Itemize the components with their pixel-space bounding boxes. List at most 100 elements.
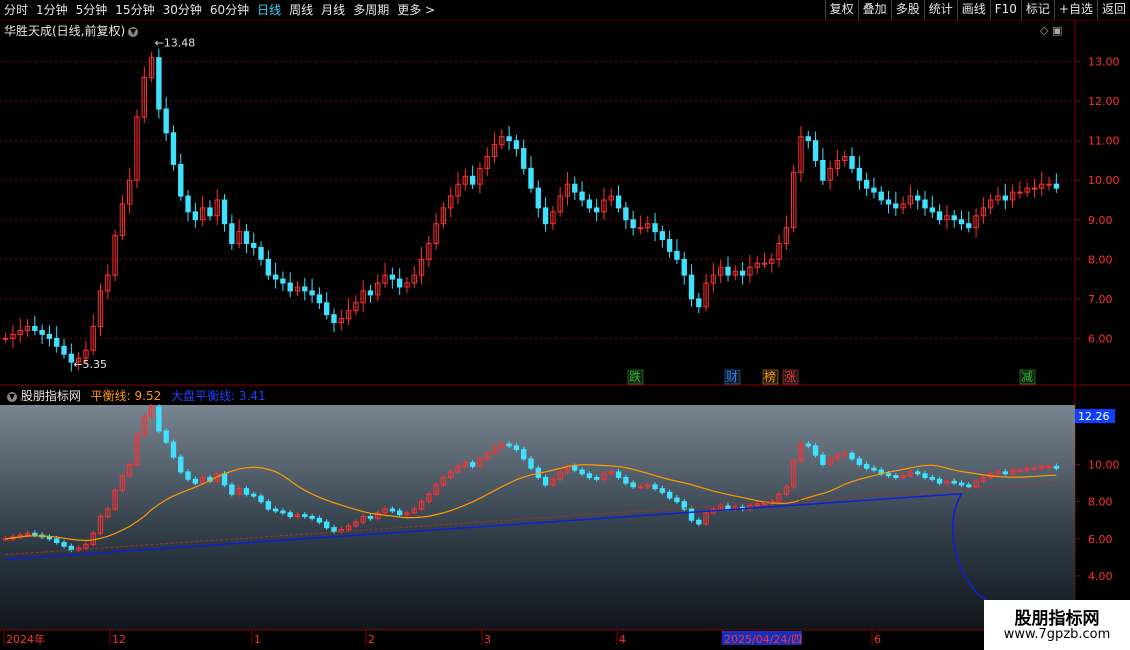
candle (506, 126, 512, 151)
candle (32, 315, 38, 336)
candle (199, 195, 206, 227)
candle (367, 285, 374, 303)
indicator-title: ▼ 股朋指标网 平衡线: 9.52 大盘平衡线: 3.41 (4, 387, 266, 404)
candle (243, 224, 250, 253)
candle (382, 262, 388, 288)
candle (936, 204, 943, 225)
candle (681, 251, 687, 285)
candle (739, 262, 746, 285)
candle (236, 219, 242, 249)
price-axis-label: 8.00 (1088, 253, 1113, 266)
candle (535, 180, 541, 218)
candle (163, 96, 169, 141)
event-tag[interactable]: 涨 (782, 369, 799, 385)
svg-text:减: 减 (1021, 370, 1033, 384)
candle (469, 165, 476, 189)
time-axis-label: 12 (112, 633, 126, 646)
time-axis-label: 2025/04/24/四 (724, 633, 802, 646)
time-axis-label: 4 (619, 633, 626, 646)
event-tag[interactable]: 财 (724, 369, 741, 385)
indicator-name: 股朋指标网 (20, 389, 81, 403)
price-axis-label: 9.00 (1088, 214, 1113, 227)
svg-text:榜: 榜 (764, 369, 776, 384)
candle (251, 232, 257, 256)
candle (849, 147, 855, 174)
candle (1002, 183, 1008, 210)
svg-text:跌: 跌 (629, 369, 641, 384)
price-axis-label: 11.00 (1088, 135, 1120, 148)
candle (433, 213, 439, 250)
indicator-axis-label: 6.00 (1088, 533, 1113, 546)
candle (440, 201, 447, 229)
candle (316, 287, 323, 310)
candle (499, 129, 505, 150)
candle (798, 126, 804, 182)
candle (922, 190, 928, 216)
candle (557, 186, 563, 217)
indicator-candle (163, 428, 169, 445)
candle (586, 194, 593, 213)
candle (878, 186, 884, 205)
candle (448, 186, 454, 218)
candle (90, 314, 96, 355)
svg-text:涨: 涨 (784, 369, 796, 384)
candle (1039, 171, 1045, 197)
candle (769, 253, 775, 273)
chevron-down-icon[interactable]: ▼ (7, 391, 17, 402)
candle (623, 201, 629, 230)
event-tag[interactable]: 跌 (627, 369, 644, 385)
price-axis-label: 7.00 (1088, 293, 1113, 306)
candle (666, 230, 673, 258)
candle (776, 234, 782, 268)
candle (513, 134, 520, 157)
candle (842, 150, 848, 167)
candle (426, 235, 432, 268)
candle (944, 205, 950, 230)
candle (915, 190, 921, 210)
candle (893, 191, 899, 216)
price-axis-label: 12.00 (1088, 95, 1120, 108)
candle (375, 273, 381, 302)
high-price-marker: ←13.48 (155, 37, 196, 50)
candle (207, 200, 213, 221)
event-tag[interactable]: 榜 (762, 369, 779, 385)
candle (39, 324, 45, 344)
candle (827, 160, 833, 190)
candle (258, 241, 264, 266)
kline-chart[interactable]: 13.00 12.00 11.00 10.00 9.00 8.00 7.00 6.00 10.… (0, 0, 1130, 650)
candle (97, 283, 104, 336)
candle (389, 267, 396, 289)
candle (272, 262, 279, 289)
candle (265, 250, 272, 280)
event-tag[interactable]: 减 (1019, 369, 1036, 385)
candle (885, 190, 892, 214)
candle (710, 262, 717, 293)
indicator-candle (688, 506, 695, 523)
candle (61, 338, 67, 359)
candle (1024, 182, 1030, 197)
time-axis-label: 3 (484, 633, 491, 646)
candle (360, 280, 366, 313)
candle (105, 264, 111, 299)
candle (338, 309, 344, 331)
time-axis-label: 2024年 (6, 632, 45, 646)
candle (1031, 179, 1038, 198)
indicator-axis-label: 4.00 (1088, 570, 1113, 583)
candle (696, 292, 702, 314)
candle (542, 197, 549, 232)
candle (221, 194, 228, 232)
indicator-panel-bg (0, 405, 1075, 630)
indicator-candle (156, 404, 162, 434)
candle (178, 153, 184, 201)
candle (564, 171, 571, 206)
indicator-axis-label: 10.00 (1088, 458, 1120, 471)
candle (987, 194, 994, 215)
candle (630, 210, 636, 236)
candle (112, 229, 118, 282)
candle (491, 132, 498, 163)
indicator-current-value: 12.26 (1075, 409, 1115, 423)
candle (156, 48, 162, 119)
candle (601, 187, 607, 220)
candle (834, 149, 841, 177)
site-watermark: 股朋指标网 www.7gpzb.com (984, 600, 1130, 650)
